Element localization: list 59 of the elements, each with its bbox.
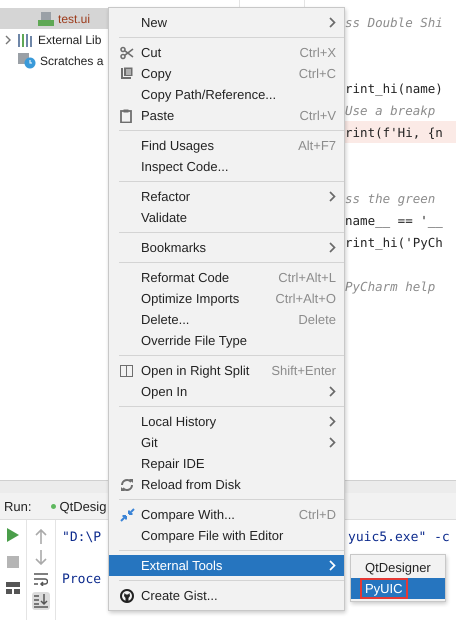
wrap-icon[interactable] [34,572,48,586]
split-icon [120,364,133,376]
console-text: Proce [62,572,102,586]
menu-item[interactable]: Reformat Code Ctrl+Alt+L [109,267,344,288]
menu-item[interactable]: Delete... Delete [109,309,344,330]
menu-item[interactable]: External Tools [109,555,344,576]
code-line: Use a breakp [345,102,436,118]
menu-item[interactable]: Optimize Imports Ctrl+Alt+O [109,288,344,309]
menu-item[interactable]: Override File Type [109,330,344,351]
code-line: ss the green [345,190,436,206]
code-line: rint_hi(name) [345,80,443,96]
menu-item[interactable]: Compare With... Ctrl+D [109,504,344,525]
menu-item[interactable]: Paste Ctrl+V [109,105,344,126]
menu-item[interactable]: PyUIC [351,578,445,599]
menu-item[interactable]: Repair IDE [109,453,344,474]
menu-item[interactable]: Inspect Code... [109,156,344,177]
library-icon [18,32,34,46]
code-line: rint(f'Hi, {n [345,124,443,140]
github-icon [120,588,134,602]
compare-arrows-icon [120,508,135,522]
reload-icon [120,478,134,492]
clipboard-icon [120,108,132,122]
console-text: "D:\P [62,530,102,544]
console-text: yuic5.exe" -c [348,530,450,544]
menu-item[interactable]: Cut Ctrl+X [109,42,344,63]
menu-item[interactable]: Compare File with Editor [109,525,344,546]
qt-file-icon [38,12,54,26]
scratch-file-icon [18,52,36,68]
copy-icon [120,67,133,80]
menu-item[interactable]: Refactor [109,186,344,207]
menu-item[interactable]: Git [109,432,344,453]
run-tab[interactable]: QtDesig [59,498,106,514]
menu-item[interactable]: Copy Path/Reference... [109,84,344,105]
down-arrow-icon[interactable] [35,550,47,566]
layout-icon[interactable] [6,582,20,594]
menu-item[interactable]: Bookmarks [109,237,344,258]
code-line: ss Double Shi [345,14,443,30]
run-label: Run: [4,498,32,514]
menu-item[interactable]: Open In [109,381,344,402]
tree-item[interactable]: test.ui [58,12,90,26]
menu-item[interactable]: Find Usages Alt+F7 [109,135,344,156]
expand-chevron-icon[interactable] [4,34,12,44]
menu-item[interactable]: Create Gist... [109,585,344,606]
menu-item[interactable]: QtDesigner [351,557,445,578]
scroll-to-end-icon[interactable] [34,594,48,608]
tree-item[interactable]: Scratches a [40,54,104,68]
code-line: name__ == '__ [345,212,443,228]
code-line: rint_hi('PyCh [345,234,443,250]
tree-item[interactable]: External Lib [38,32,102,46]
menu-item[interactable]: Open in Right Split Shift+Enter [109,360,344,381]
scissors-icon [120,46,134,60]
run-icon[interactable] [7,528,19,542]
menu-item[interactable]: Copy Ctrl+C [109,63,344,84]
menu-item[interactable]: New [109,12,344,33]
menu-item[interactable]: Validate [109,207,344,228]
code-line: PyCharm help [345,278,436,294]
up-arrow-icon[interactable] [35,528,47,544]
menu-item[interactable]: Local History [109,411,344,432]
menu-item[interactable]: Reload from Disk [109,474,344,495]
